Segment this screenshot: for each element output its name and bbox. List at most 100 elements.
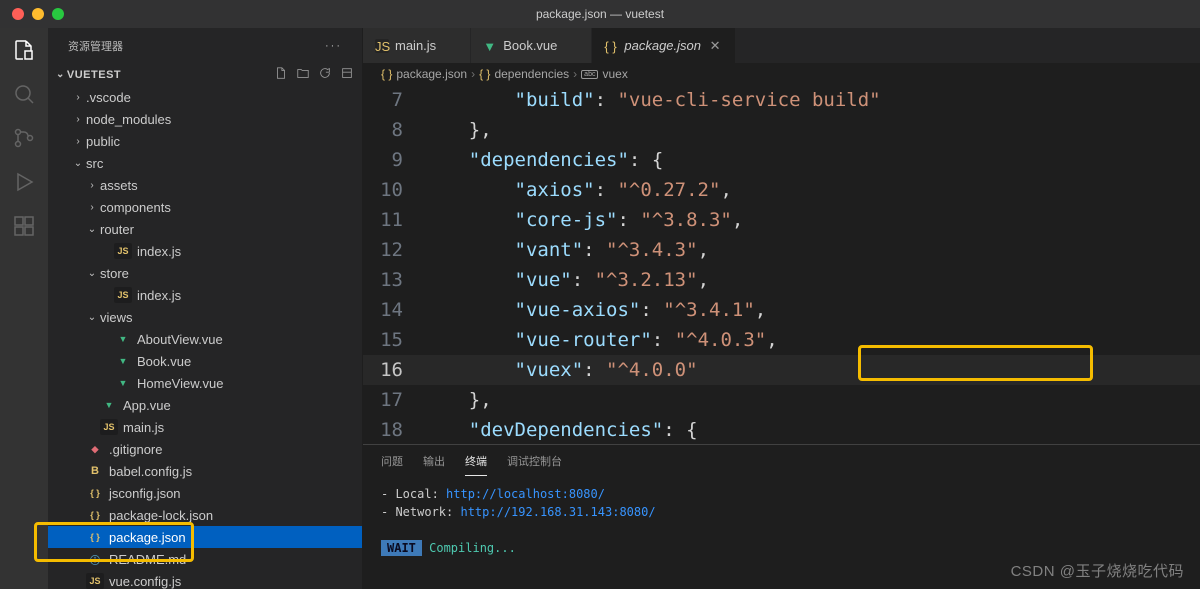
json-icon: { }: [86, 485, 104, 501]
vue-icon: ▼: [114, 331, 132, 347]
tree-file[interactable]: { } jsconfig.json: [48, 482, 362, 504]
json-icon: { }: [604, 39, 618, 53]
new-folder-icon[interactable]: [296, 66, 310, 83]
tree-folder[interactable]: ⌄views: [48, 306, 362, 328]
tree-file[interactable]: Bbabel.config.js: [48, 460, 362, 482]
tree-file[interactable]: JSindex.js: [48, 284, 362, 306]
tree-item-label: store: [100, 266, 129, 281]
js-icon: JS: [375, 39, 389, 53]
code-line[interactable]: 16 "vuex": "^4.0.0": [363, 355, 1200, 385]
tree-file[interactable]: JSvue.config.js: [48, 570, 362, 589]
run-debug-icon[interactable]: [12, 170, 36, 194]
tree-item-label: src: [86, 156, 103, 171]
code-line[interactable]: 9 "dependencies": {: [363, 145, 1200, 175]
tree-item-label: assets: [100, 178, 138, 193]
code-line[interactable]: 14 "vue-axios": "^3.4.1",: [363, 295, 1200, 325]
editor-tabs: JSmain.js▼Book.vue{ }package.json✕: [363, 28, 1200, 63]
code-line[interactable]: 7 "build": "vue-cli-service build": [363, 85, 1200, 115]
code-editor[interactable]: 7 "build": "vue-cli-service build"8 },9 …: [363, 85, 1200, 444]
tree-item-label: App.vue: [123, 398, 171, 413]
line-number: 18: [363, 415, 423, 444]
tree-folder[interactable]: ⌄router: [48, 218, 362, 240]
tree-folder[interactable]: ›public: [48, 130, 362, 152]
babel-icon: B: [86, 463, 104, 479]
title-bar: package.json — vuetest: [0, 0, 1200, 28]
tree-item-label: vue.config.js: [109, 574, 181, 589]
tree-file[interactable]: ⓘREADME.md: [48, 548, 362, 570]
source-control-icon[interactable]: [12, 126, 36, 150]
code-line[interactable]: 8 },: [363, 115, 1200, 145]
panel-tab-debug[interactable]: 调试控制台: [507, 447, 562, 475]
tree-file[interactable]: JSmain.js: [48, 416, 362, 438]
js-icon: JS: [100, 419, 118, 435]
chevron-right-icon: ›: [70, 92, 86, 103]
tree-file[interactable]: { } package-lock.json: [48, 504, 362, 526]
tree-folder[interactable]: ⌄src: [48, 152, 362, 174]
close-window-button[interactable]: [12, 8, 24, 20]
code-line[interactable]: 11 "core-js": "^3.8.3",: [363, 205, 1200, 235]
line-number: 12: [363, 235, 423, 265]
editor-tab[interactable]: ▼Book.vue: [471, 28, 592, 63]
chevron-right-icon: ›: [70, 114, 86, 125]
vue-icon: ▼: [114, 353, 132, 369]
more-icon[interactable]: ···: [325, 40, 342, 52]
tree-item-label: package-lock.json: [109, 508, 213, 523]
tree-file[interactable]: { }package.json: [48, 526, 362, 548]
tree-folder[interactable]: ⌄store: [48, 262, 362, 284]
code-line[interactable]: 17 },: [363, 385, 1200, 415]
code-line[interactable]: 18 "devDependencies": {: [363, 415, 1200, 444]
abc-icon: abc: [581, 70, 598, 79]
vue-icon: ▼: [114, 375, 132, 391]
editor-tab[interactable]: JSmain.js: [363, 28, 471, 63]
traffic-lights: [12, 8, 64, 20]
tree-item-label: index.js: [137, 244, 181, 259]
md-icon: ⓘ: [86, 551, 104, 567]
refresh-icon[interactable]: [318, 66, 332, 83]
chevron-right-icon: ›: [84, 202, 100, 213]
tree-file[interactable]: ▼Book.vue: [48, 350, 362, 372]
extensions-icon[interactable]: [12, 214, 36, 238]
vue-icon: ▼: [100, 397, 118, 413]
json-icon: { }: [86, 507, 104, 523]
chevron-down-icon: ⌄: [56, 69, 65, 80]
tree-file[interactable]: ◆.gitignore: [48, 438, 362, 460]
explorer-icon[interactable]: [12, 38, 36, 62]
collapse-icon[interactable]: [340, 66, 354, 83]
tree-folder[interactable]: ›components: [48, 196, 362, 218]
sidebar-title: 资源管理器: [68, 38, 123, 54]
editor-area: JSmain.js▼Book.vue{ }package.json✕ { } p…: [363, 28, 1200, 589]
panel-tab-terminal[interactable]: 终端: [465, 447, 487, 476]
tree-item-label: .gitignore: [109, 442, 162, 457]
code-line[interactable]: 12 "vant": "^3.4.3",: [363, 235, 1200, 265]
editor-tab[interactable]: { }package.json✕: [592, 28, 736, 63]
wait-badge: WAIT: [381, 540, 422, 556]
code-line[interactable]: 10 "axios": "^0.27.2",: [363, 175, 1200, 205]
line-number: 11: [363, 205, 423, 235]
chevron-down-icon: ⌄: [70, 158, 86, 169]
tree-file[interactable]: ▼HomeView.vue: [48, 372, 362, 394]
breadcrumbs[interactable]: { } package.json › { } dependencies › ab…: [363, 63, 1200, 85]
line-number: 7: [363, 85, 423, 115]
code-line[interactable]: 13 "vue": "^3.2.13",: [363, 265, 1200, 295]
search-icon[interactable]: [12, 82, 36, 106]
code-line[interactable]: 15 "vue-router": "^4.0.3",: [363, 325, 1200, 355]
panel-tab-output[interactable]: 输出: [423, 447, 445, 475]
close-icon[interactable]: ✕: [707, 38, 723, 54]
tree-folder[interactable]: ›assets: [48, 174, 362, 196]
panel-tab-problems[interactable]: 问题: [381, 447, 403, 475]
tree-folder[interactable]: ›.vscode: [48, 86, 362, 108]
tree-item-label: index.js: [137, 288, 181, 303]
project-section[interactable]: ⌄ VUETEST: [48, 63, 362, 86]
window-title: package.json — vuetest: [536, 7, 664, 21]
minimize-window-button[interactable]: [32, 8, 44, 20]
tree-item-label: router: [100, 222, 134, 237]
tree-file[interactable]: ▼ App.vue: [48, 394, 362, 416]
tree-item-label: jsconfig.json: [109, 486, 181, 501]
maximize-window-button[interactable]: [52, 8, 64, 20]
new-file-icon[interactable]: [274, 66, 288, 83]
tree-folder[interactable]: ›node_modules: [48, 108, 362, 130]
tree-file[interactable]: ▼AboutView.vue: [48, 328, 362, 350]
tree-file[interactable]: JSindex.js: [48, 240, 362, 262]
line-number: 8: [363, 115, 423, 145]
tree-item-label: node_modules: [86, 112, 171, 127]
